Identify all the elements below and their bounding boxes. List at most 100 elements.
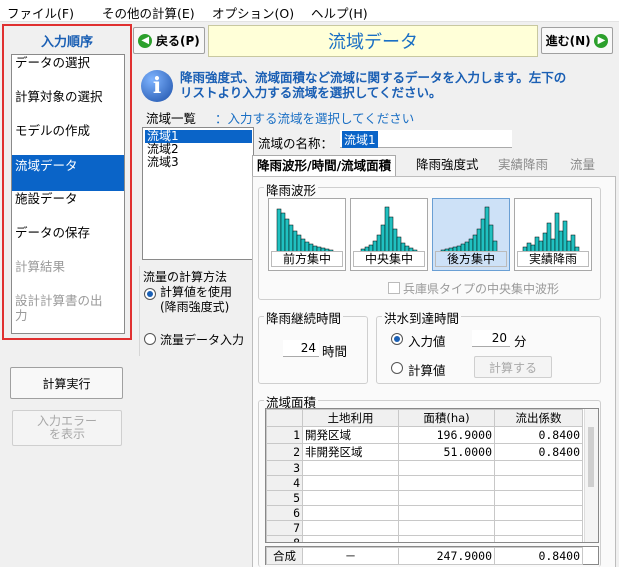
arrow-left-icon: ◀ <box>138 33 153 48</box>
basin-item[interactable]: 流域3 <box>145 156 252 169</box>
cell-runoff-coef[interactable] <box>494 460 583 476</box>
cell-runoff-coef[interactable] <box>494 535 583 542</box>
nav-item-facility-data[interactable]: 施設データ <box>12 191 124 206</box>
pattern-front-button[interactable]: 前方集中 <box>268 198 346 271</box>
cell-runoff-coef[interactable]: 0.8400 <box>494 443 583 461</box>
arrival-calc-label: 計算値 <box>408 363 446 378</box>
cell-land-use[interactable] <box>302 505 399 521</box>
cell-runoff-coef[interactable] <box>494 475 583 491</box>
rain-pattern-title: 降雨波形 <box>264 180 319 199</box>
tab-strip: 降雨波形/時間/流域面積 降雨強度式 実績降雨 流量 <box>252 155 616 177</box>
table-scrollbar[interactable] <box>584 409 598 542</box>
flow-method-group: 流量の計算方法 計算値を使用 (降雨強度式) 流量データ入力 <box>139 266 257 356</box>
nav-item-data-select[interactable]: データの選択 <box>12 55 124 70</box>
cell-area[interactable] <box>398 520 495 536</box>
info-icon: i <box>141 70 173 102</box>
nav-item-design-doc[interactable]: 設計計算書の出 力 <box>12 293 124 323</box>
table-row[interactable]: 8 <box>266 535 583 542</box>
nav-item-calc-result[interactable]: 計算結果 <box>12 259 124 274</box>
header-corner <box>266 409 303 427</box>
tab-rain-pattern[interactable]: 降雨波形/時間/流域面積 <box>252 155 397 177</box>
pattern-center-button[interactable]: 中央集中 <box>350 198 428 271</box>
nav-item-data-save[interactable]: データの保存 <box>12 225 124 240</box>
arrival-time-input[interactable]: 20 <box>472 330 510 347</box>
area-total-row: 合成 － 247.9000 0.8400 <box>265 546 599 565</box>
cell-runoff-coef[interactable]: 0.8400 <box>494 426 583 444</box>
info-line1: 降雨強度式、流域面積など流域に関するデータを入力します。左下の <box>180 70 567 85</box>
cell-land-use[interactable] <box>302 520 399 536</box>
back-button[interactable]: ◀ 戻る(P) <box>133 27 205 54</box>
table-row[interactable]: 6 <box>266 505 583 521</box>
row-number: 1 <box>266 426 303 444</box>
nav-item-model-create[interactable]: モデルの作成 <box>12 123 124 138</box>
total-grid: 合成 － 247.9000 0.8400 <box>266 547 583 565</box>
arrival-title: 洪水到達時間 <box>382 308 462 327</box>
input-order-title: 入力順序 <box>40 35 93 50</box>
back-peak-histogram-icon <box>440 206 498 253</box>
cell-land-use[interactable] <box>302 460 399 476</box>
pattern-actual-label: 実績降雨 <box>517 251 589 267</box>
basin-list[interactable]: 流域1 流域2 流域3 <box>142 127 254 260</box>
basin-name-input[interactable]: 流域1 <box>340 130 512 148</box>
cell-land-use[interactable]: 非開発区域 <box>302 443 399 461</box>
cell-area[interactable] <box>398 535 495 542</box>
flow-input-radio[interactable] <box>144 333 156 345</box>
tab-actual-rain[interactable]: 実績降雨 <box>494 155 552 177</box>
cell-land-use[interactable] <box>302 535 399 542</box>
run-calc-button[interactable]: 計算実行 <box>10 367 123 399</box>
hyogo-checkbox[interactable] <box>388 282 400 294</box>
next-button[interactable]: 進む(N) ▶ <box>541 27 613 54</box>
cell-land-use[interactable]: 開発区域 <box>302 426 399 444</box>
arrival-calc-radio[interactable] <box>391 362 403 374</box>
nav-item-basin-data[interactable]: 流域データ <box>12 155 124 191</box>
cell-area[interactable] <box>398 475 495 491</box>
pattern-actual-button[interactable]: 実績降雨 <box>514 198 592 271</box>
hyogo-checkbox-label: 兵庫県タイプの中央集中波形 <box>403 282 560 296</box>
row-number: 4 <box>266 475 303 491</box>
error-button-line2: を表示 <box>48 427 85 441</box>
menu-help[interactable]: ヘルプ(H) <box>311 3 368 22</box>
cell-area[interactable]: 196.9000 <box>398 426 495 444</box>
row-number: 8 <box>266 535 303 542</box>
menu-other-calc[interactable]: その他の計算(E) <box>102 3 195 22</box>
row-number: 2 <box>266 443 303 461</box>
tab-rain-intensity[interactable]: 降雨強度式 <box>412 155 483 177</box>
table-row[interactable]: 2 非開発区域 51.0000 0.8400 <box>266 443 583 461</box>
pattern-back-button[interactable]: 後方集中 <box>432 198 510 271</box>
table-row[interactable]: 7 <box>266 520 583 536</box>
area-table-body: 1 開発区域 196.9000 0.8400 2 非開発区域 51.0000 0.8400 3 4… <box>266 426 583 542</box>
table-row[interactable]: 5 <box>266 490 583 506</box>
arrival-input-radio[interactable] <box>391 333 403 345</box>
cell-area[interactable] <box>398 490 495 506</box>
show-input-error-button[interactable]: 入力エラー を表示 <box>12 410 122 446</box>
total-row: 合成 － 247.9000 0.8400 <box>266 547 583 565</box>
cell-area[interactable]: 51.0000 <box>398 443 495 461</box>
cell-land-use[interactable] <box>302 475 399 491</box>
flow-calc-line2: (降雨強度式) <box>160 300 230 314</box>
row-number: 3 <box>266 460 303 476</box>
tab-flow[interactable]: 流量 <box>566 155 599 177</box>
flow-calc-label: 計算値を使用 (降雨強度式) <box>160 285 232 315</box>
duration-input[interactable]: 24 <box>283 340 319 357</box>
flow-method-title: 流量の計算方法 <box>143 270 228 284</box>
cell-runoff-coef[interactable] <box>494 520 583 536</box>
menu-file[interactable]: ファイル(F) <box>7 3 74 22</box>
cell-area[interactable] <box>398 460 495 476</box>
cell-runoff-coef[interactable] <box>494 490 583 506</box>
table-row[interactable]: 1 開発区域 196.9000 0.8400 <box>266 426 583 444</box>
actual-rain-histogram-icon <box>522 212 580 253</box>
info-message: 降雨強度式、流域面積など流域に関するデータを入力します。左下の リストより入力す… <box>180 70 610 100</box>
basin-list-label: 流域一覧 <box>146 111 197 126</box>
table-row[interactable]: 3 <box>266 460 583 476</box>
calculate-button[interactable]: 計算する <box>474 356 552 378</box>
menu-options[interactable]: オプション(O) <box>212 3 294 22</box>
table-row[interactable]: 4 <box>266 475 583 491</box>
cell-land-use[interactable] <box>302 490 399 506</box>
cell-area[interactable] <box>398 505 495 521</box>
cell-runoff-coef[interactable] <box>494 505 583 521</box>
scroll-thumb[interactable] <box>588 427 594 487</box>
flow-calc-radio[interactable] <box>144 288 156 300</box>
info-line2: リストより入力する流域を選択してください。 <box>180 85 442 100</box>
flow-input-label: 流量データ入力 <box>160 333 245 347</box>
nav-item-target-select[interactable]: 計算対象の選択 <box>12 89 124 104</box>
